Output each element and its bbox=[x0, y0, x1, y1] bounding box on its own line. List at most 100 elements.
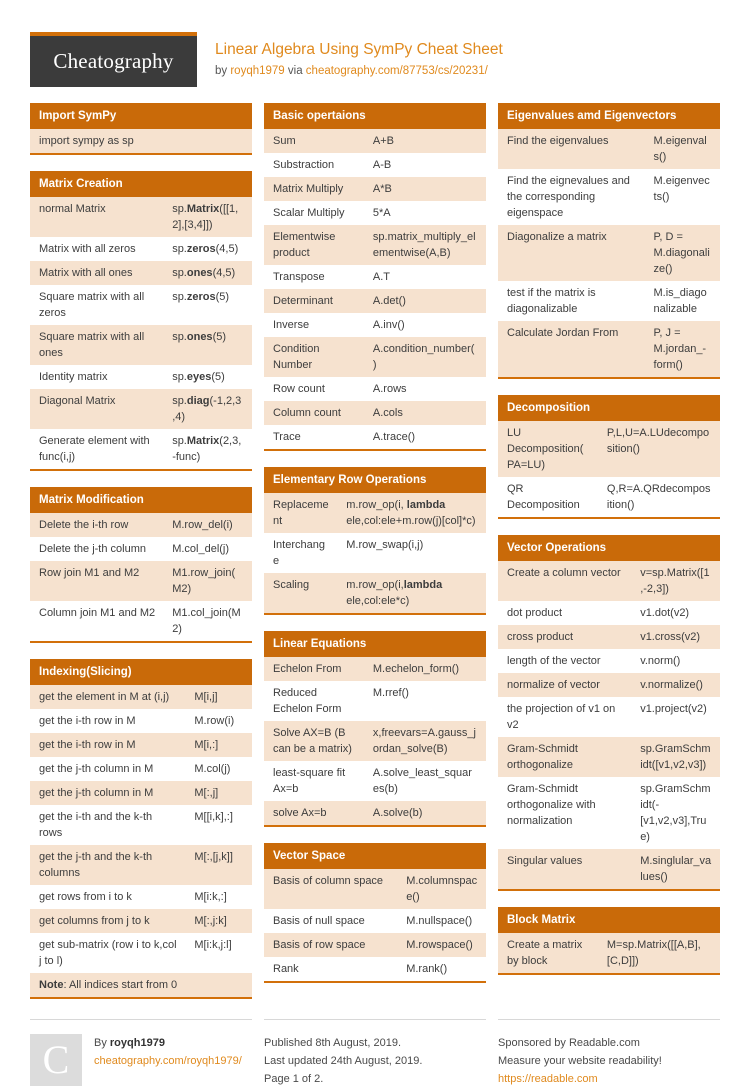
code-cell: A-B bbox=[363, 153, 486, 177]
table-row: Basis of column space M.columnspace() bbox=[264, 869, 486, 909]
code-cell: sp.eyes(5) bbox=[163, 365, 252, 389]
term-cell: Replacement bbox=[264, 493, 338, 533]
code-cell: sp.diag(-1,2,3,4) bbox=[163, 389, 252, 429]
term-cell: Rank bbox=[264, 957, 398, 981]
code-cell: A.rows bbox=[363, 377, 486, 401]
table-row: Generate element with func(i,j) sp.Matrix… bbox=[30, 429, 252, 469]
code-cell: M.row(i) bbox=[185, 709, 252, 733]
table-row: cross product v1.cross(v2) bbox=[498, 625, 720, 649]
term-cell: get columns from j to k bbox=[30, 909, 186, 933]
table-row: get the element in M at (i,j) M[i,j] bbox=[30, 685, 252, 709]
table-row: Square matrix with all zeros sp.zeros(5) bbox=[30, 285, 252, 325]
table-row: get the i-th row in M M[i,:] bbox=[30, 733, 252, 757]
code-cell: M[i:k,:] bbox=[185, 885, 252, 909]
term-cell: Column join M1 and M2 bbox=[30, 601, 164, 641]
table-row: the projection of v1 on v2 v1.project(v2) bbox=[498, 697, 720, 737]
sponsor-name: Readable.com bbox=[568, 1037, 640, 1049]
term-cell: get the j-th column in M bbox=[30, 781, 186, 805]
term-cell: get the j-th and the k-th columns bbox=[30, 845, 186, 885]
table-row: Interchange M.row_swap(i,j) bbox=[264, 533, 486, 573]
table-row: dot product v1.dot(v2) bbox=[498, 601, 720, 625]
code-cell: A.condition_number() bbox=[363, 337, 486, 377]
updated-date: Last updated 24th August, 2019. bbox=[264, 1055, 423, 1067]
card: Eigenvalues amd Eigenvectors Find the eig… bbox=[498, 103, 720, 379]
table-row: Matrix Multiply A*B bbox=[264, 177, 486, 201]
card: Elementary Row Operations Replacement m.ro… bbox=[264, 467, 486, 615]
term-cell: dot product bbox=[498, 601, 632, 625]
code-cell: M.col(j) bbox=[185, 757, 252, 781]
sponsor-line: Sponsored by Readable.com bbox=[498, 1034, 720, 1052]
page-header: Cheatography Linear Algebra Using SymPy … bbox=[30, 0, 720, 97]
code-cell: sp.Matrix(2,3,-func) bbox=[163, 429, 252, 469]
table-row: import sympy as sp bbox=[30, 129, 252, 153]
source-url-link[interactable]: cheatography.com/87753/cs/20231/ bbox=[306, 65, 488, 77]
code-cell: A*B bbox=[363, 177, 486, 201]
term-cell: Condition Number bbox=[264, 337, 364, 377]
code-cell: v=sp.Matrix([1,-2,3]) bbox=[631, 561, 720, 601]
footer-author-block: C By royqh1979 cheatography.com/royqh197… bbox=[30, 1019, 252, 1088]
card: Basic opertaions Sum A+B Substraction A-B Mat… bbox=[264, 103, 486, 451]
table-row: Row join M1 and M2 M1.row_join(M2) bbox=[30, 561, 252, 601]
table-row: Basis of null space M.nullspace() bbox=[264, 909, 486, 933]
table-row: Diagonalize a matrix P, D = M.diagonalize… bbox=[498, 225, 720, 281]
card: Block Matrix Create a matrix by block M=sp… bbox=[498, 907, 720, 975]
term-cell: Delete the j-th column bbox=[30, 537, 164, 561]
note-cell: Note: All indices start from 0 bbox=[30, 973, 252, 997]
cheatsheet-page: Cheatography Linear Algebra Using SymPy … bbox=[0, 0, 750, 1088]
code-cell: A.det() bbox=[363, 289, 486, 313]
logo-text: Cheatography bbox=[53, 49, 174, 73]
footer-author-url[interactable]: cheatography.com/royqh1979/ bbox=[94, 1055, 242, 1067]
card: Import SymPy import sympy as sp bbox=[30, 103, 252, 155]
term-cell: the projection of v1 on v2 bbox=[498, 697, 632, 737]
term-cell: cross product bbox=[498, 625, 632, 649]
card-title: Vector Space bbox=[264, 843, 486, 869]
table-row: solve Ax=b A.solve(b) bbox=[264, 801, 486, 825]
card-table: Sum A+B Substraction A-B Matrix Multiply A*B S… bbox=[264, 129, 486, 449]
term-cell: get the j-th column in M bbox=[30, 757, 186, 781]
code-cell: x,freevars=A.gauss_jordan_solve(B) bbox=[363, 721, 486, 761]
byline: by royqh1979 via cheatography.com/87753/… bbox=[215, 63, 503, 79]
code-cell: M.is_diagonalizable bbox=[644, 281, 720, 321]
cheatography-logo[interactable]: Cheatography bbox=[30, 32, 197, 87]
card-table: Create a column vector v=sp.Matrix([1,-2,… bbox=[498, 561, 720, 889]
code-cell: v.normalize() bbox=[631, 673, 720, 697]
column-2: Basic opertaions Sum A+B Substraction A-B Mat… bbox=[264, 103, 486, 1015]
table-row: Trace A.trace() bbox=[264, 425, 486, 449]
author-link[interactable]: royqh1979 bbox=[230, 65, 284, 77]
term-cell: Basis of null space bbox=[264, 909, 398, 933]
term-cell: Transpose bbox=[264, 265, 364, 289]
code-cell: P, J = M.jordan_-form() bbox=[644, 321, 720, 377]
term-cell: normal Matrix bbox=[30, 197, 164, 237]
table-row: Inverse A.inv() bbox=[264, 313, 486, 337]
term-cell: Diagonalize a matrix bbox=[498, 225, 645, 281]
table-row: Gram-Schmidt orthogonalize sp.GramSchmidt… bbox=[498, 737, 720, 777]
card: Decomposition LU Decomposition(PA=LU) P,L,… bbox=[498, 395, 720, 519]
card-table: Basis of column space M.columnspace() Basi… bbox=[264, 869, 486, 981]
term-cell: Matrix with all zeros bbox=[30, 237, 164, 261]
table-row: Reduced Echelon Form M.rref() bbox=[264, 681, 486, 721]
table-row: normalize of vector v.normalize() bbox=[498, 673, 720, 697]
table-row: Solve AX=B (B can be a matrix) x,freevars… bbox=[264, 721, 486, 761]
code-cell: M[:,[j,k]] bbox=[185, 845, 252, 885]
term-cell: Substraction bbox=[264, 153, 364, 177]
code-cell: sp.zeros(4,5) bbox=[163, 237, 252, 261]
code-cell: m.row_op(i,lambda ele,col:ele*c) bbox=[337, 573, 486, 613]
term-cell: get the element in M at (i,j) bbox=[30, 685, 186, 709]
term-cell: least-square fit Ax=b bbox=[264, 761, 364, 801]
code-cell: M.nullspace() bbox=[397, 909, 486, 933]
sponsor-url[interactable]: https://readable.com bbox=[498, 1073, 598, 1085]
table-row: Scaling m.row_op(i,lambda ele,col:ele*c) bbox=[264, 573, 486, 613]
card-table: LU Decomposition(PA=LU) P,L,U=A.LUdecompo… bbox=[498, 421, 720, 517]
footer-author-meta: By royqh1979 cheatography.com/royqh1979/ bbox=[82, 1034, 242, 1086]
table-row: Gram-Schmidt orthogonalize with normaliz… bbox=[498, 777, 720, 849]
card: Matrix Creation normal Matrix sp.Matrix([[… bbox=[30, 171, 252, 471]
code-cell: M[[i,k],:] bbox=[185, 805, 252, 845]
card-title: Basic opertaions bbox=[264, 103, 486, 129]
term-cell: Square matrix with all ones bbox=[30, 325, 164, 365]
card-table: Find the eigenvalues M.eigenvals() Find th… bbox=[498, 129, 720, 377]
card-title: Elementary Row Operations bbox=[264, 467, 486, 493]
table-row: Determinant A.det() bbox=[264, 289, 486, 313]
table-row: get the j-th and the k-th columns M[:,[j,… bbox=[30, 845, 252, 885]
table-row: get rows from i to k M[i:k,:] bbox=[30, 885, 252, 909]
card-title: Indexing(Slicing) bbox=[30, 659, 252, 685]
